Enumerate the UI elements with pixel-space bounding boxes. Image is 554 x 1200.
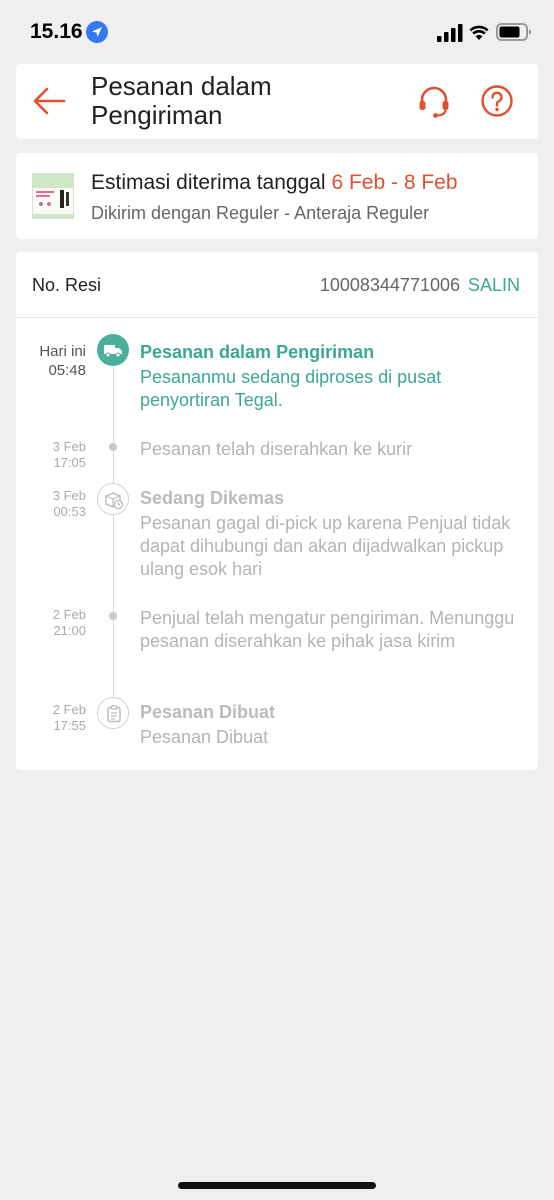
- status-bar: 15.16: [0, 0, 554, 60]
- event-description: Pesanan telah diserahkan ke kurir: [140, 439, 413, 459]
- header-bar: Pesanan dalam Pengiriman: [16, 64, 538, 139]
- help-icon[interactable]: [480, 84, 514, 118]
- timeline-dot: [109, 612, 117, 620]
- tracking-card: No. Resi 10008344771006 SALIN Hari ini 0…: [16, 252, 538, 770]
- timeline-line: [113, 362, 114, 707]
- event-date: 3 Feb 17:05: [52, 439, 86, 470]
- event-title: Sedang Dikemas: [140, 488, 285, 508]
- page-title: Pesanan dalam Pengiriman: [91, 71, 272, 130]
- resi-number: 10008344771006: [319, 275, 460, 295]
- battery-icon: [496, 23, 531, 41]
- shipping-method: Dikirim dengan Reguler - Anteraja Regule…: [91, 203, 430, 223]
- truck-icon: [97, 334, 129, 366]
- clipboard-icon: [97, 697, 129, 729]
- package-clock-icon: [97, 483, 129, 515]
- event-title: Pesanan Dibuat: [140, 702, 276, 722]
- event-description: Pesananmu sedang diproses di pusat penyo…: [140, 367, 442, 410]
- estimate-label: Estimasi diterima tanggal: [91, 171, 326, 194]
- product-thumbnail: [32, 173, 74, 219]
- copy-resi-button[interactable]: SALIN: [468, 275, 520, 296]
- location-arrow-icon: [86, 21, 108, 43]
- estimate-text: Estimasi diterima tanggal 6 Feb - 8 Feb: [91, 171, 458, 195]
- delivery-estimate-card[interactable]: Estimasi diterima tanggal 6 Feb - 8 Feb …: [16, 153, 538, 239]
- event-date: Hari ini 05:48: [39, 343, 86, 379]
- tracking-number-row: No. Resi 10008344771006 SALIN: [16, 252, 538, 318]
- signal-icon: [437, 24, 463, 42]
- headset-icon[interactable]: [416, 84, 452, 120]
- timeline-dot: [109, 443, 117, 451]
- wifi-icon: [469, 25, 489, 40]
- estimate-date-range: 6 Feb - 8 Feb: [331, 171, 458, 194]
- status-time: 15.16: [30, 20, 83, 43]
- event-date: 3 Feb 00:53: [52, 488, 86, 519]
- event-date: 2 Feb 17:55: [52, 702, 86, 733]
- back-arrow-icon[interactable]: [32, 84, 66, 118]
- event-description: Pesanan Dibuat: [140, 727, 269, 747]
- resi-label: No. Resi: [32, 275, 102, 295]
- event-title: Pesanan dalam Pengiriman: [140, 342, 375, 362]
- event-description: Penjual telah mengatur pengiriman. Menun…: [140, 608, 515, 651]
- home-indicator[interactable]: [178, 1182, 376, 1189]
- event-description: Pesanan gagal di-pick up karena Penjual …: [140, 513, 511, 579]
- event-date: 2 Feb 21:00: [52, 607, 86, 638]
